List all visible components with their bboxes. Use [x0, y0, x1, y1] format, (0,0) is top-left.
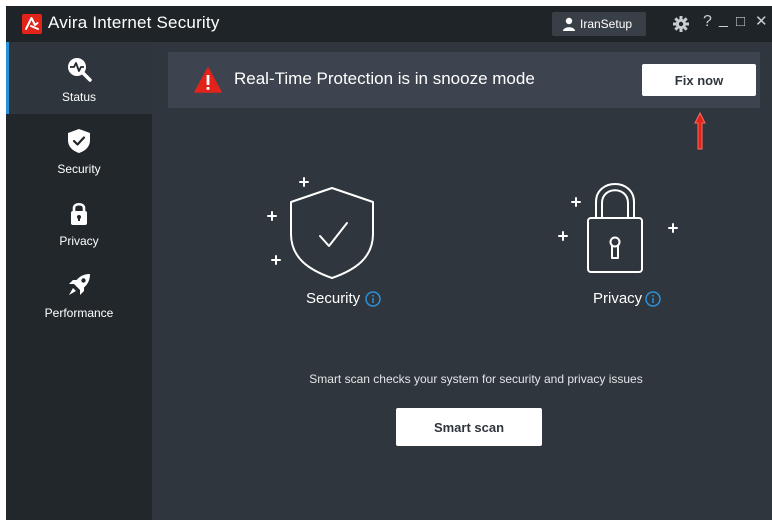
user-account-button[interactable]: IranSetup — [552, 12, 646, 36]
security-feature-label: Security — [306, 290, 361, 307]
alert-message: Real-Time Protection is in snooze mode — [234, 69, 535, 88]
app-title: Avira Internet Security — [48, 13, 220, 32]
maximize-button[interactable]: □ — [736, 13, 745, 31]
sidebar-item-label: Privacy — [59, 234, 99, 248]
sidebar-item-performance[interactable]: Performance — [6, 258, 152, 330]
snooze-alert-bar: Real-Time Protection is in snooze mode F… — [168, 52, 760, 108]
privacy-info-icon[interactable] — [645, 291, 661, 307]
shield-check-icon — [68, 129, 90, 153]
title-bar: Avira Internet Security IranSetup ? _ □ … — [6, 6, 772, 42]
smart-scan-button[interactable]: Smart scan — [396, 408, 542, 446]
sidebar-item-privacy[interactable]: Privacy — [6, 186, 152, 258]
avira-logo-icon — [22, 14, 42, 34]
user-name: IranSetup — [580, 17, 633, 31]
security-shield-illustration — [267, 177, 374, 279]
sidebar: Status Security Privacy Performance — [6, 42, 152, 520]
gear-icon[interactable] — [672, 15, 690, 33]
sidebar-item-status[interactable]: Status — [6, 42, 152, 114]
user-icon — [563, 17, 575, 31]
app-window: Avira Internet Security IranSetup ? _ □ … — [6, 6, 772, 520]
main-panel: Real-Time Protection is in snooze mode F… — [152, 42, 772, 520]
close-button[interactable]: ✕ — [755, 13, 768, 31]
red-arrow-annotation-icon — [694, 111, 706, 150]
padlock-icon — [71, 202, 87, 225]
help-button[interactable]: ? — [703, 13, 712, 31]
minimize-button[interactable]: _ — [719, 11, 728, 29]
rocket-icon — [69, 274, 90, 295]
warning-triangle-icon — [194, 67, 222, 93]
sidebar-item-label: Security — [57, 162, 101, 176]
sidebar-item-label: Performance — [44, 306, 114, 320]
smart-scan-description: Smart scan checks your system for securi… — [309, 372, 643, 386]
fix-now-button[interactable]: Fix now — [642, 64, 756, 96]
sidebar-item-security[interactable]: Security — [6, 114, 152, 186]
security-info-icon[interactable] — [365, 291, 381, 307]
status-magnifier-icon — [68, 58, 92, 82]
sidebar-item-label: Status — [61, 90, 97, 104]
privacy-feature-label: Privacy — [593, 290, 643, 307]
privacy-lock-illustration — [558, 183, 678, 273]
